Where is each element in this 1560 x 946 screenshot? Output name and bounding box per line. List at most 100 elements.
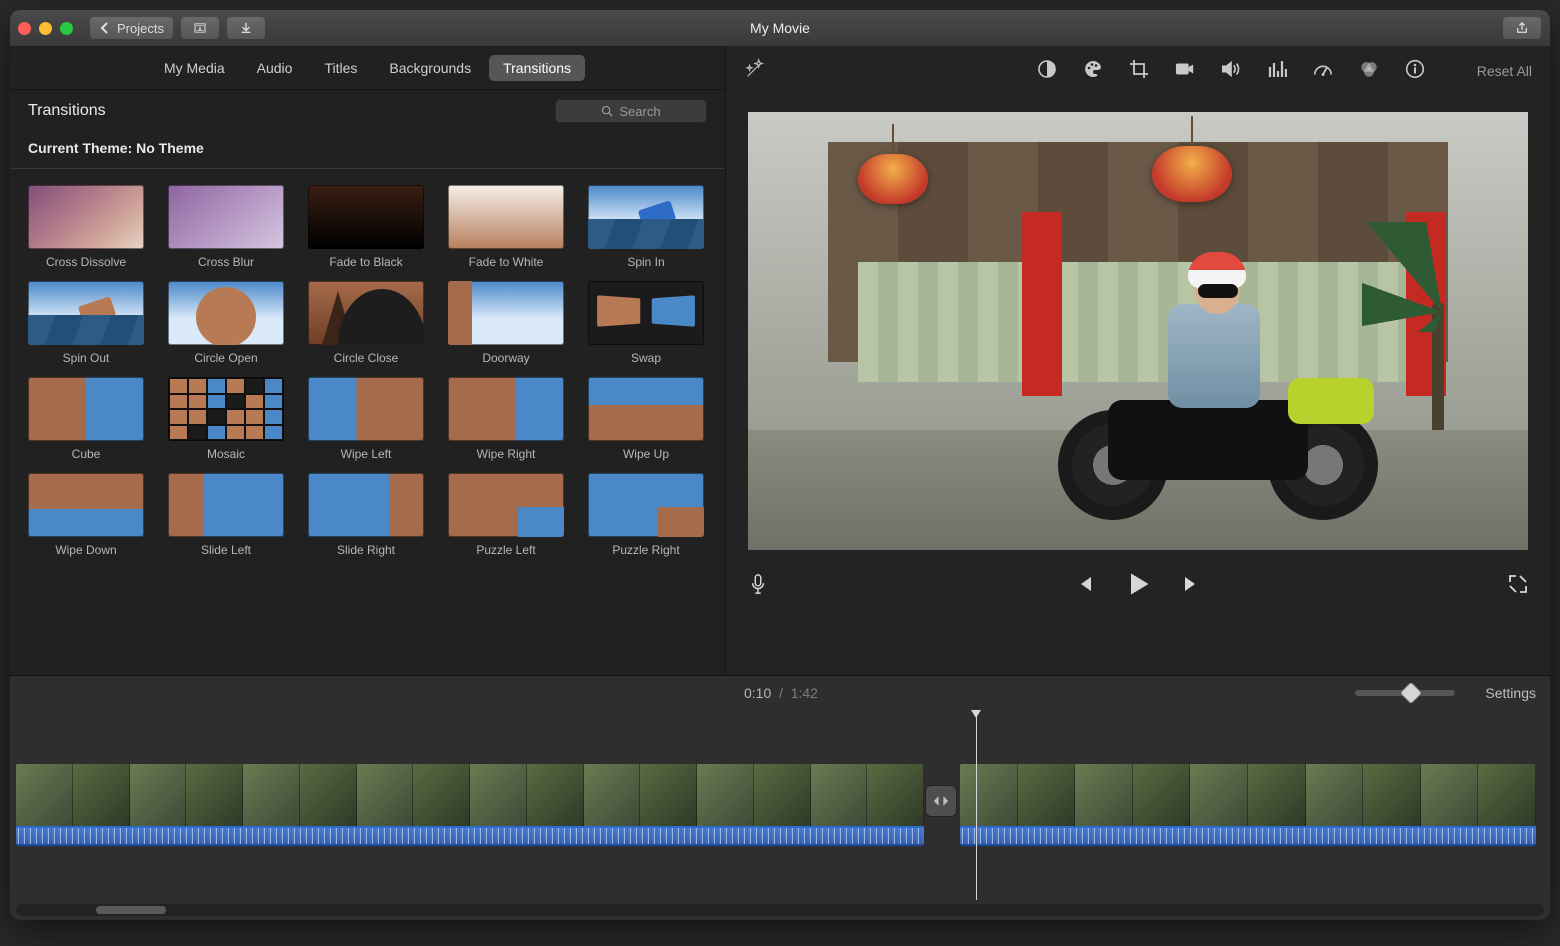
zoom-window-button[interactable] xyxy=(60,22,73,35)
import-media-button[interactable] xyxy=(180,16,220,40)
share-button[interactable] xyxy=(1502,16,1542,40)
transition-thumb xyxy=(448,377,564,441)
transition-label: Spin In xyxy=(588,255,704,269)
search-input[interactable]: Search xyxy=(555,99,707,123)
preview-frame[interactable] xyxy=(748,112,1528,550)
tab-titles[interactable]: Titles xyxy=(310,55,371,81)
volume-icon[interactable] xyxy=(1221,59,1241,84)
transition-marker[interactable] xyxy=(926,786,956,816)
transition-item[interactable]: Mosaic xyxy=(168,377,284,461)
browser-tabs: My Media Audio Titles Backgrounds Transi… xyxy=(10,46,725,90)
zoom-slider[interactable] xyxy=(1355,690,1455,696)
timeline-scrollbar[interactable] xyxy=(16,904,1544,916)
transition-label: Doorway xyxy=(448,351,564,365)
transition-item[interactable]: Wipe Up xyxy=(588,377,704,461)
voiceover-record-button[interactable] xyxy=(748,574,768,599)
transition-item[interactable]: Spin In xyxy=(588,185,704,269)
transition-item[interactable]: Circle Open xyxy=(168,281,284,365)
transition-item[interactable]: Cross Blur xyxy=(168,185,284,269)
close-window-button[interactable] xyxy=(18,22,31,35)
transition-item[interactable]: Cross Dissolve xyxy=(28,185,144,269)
transition-label: Slide Left xyxy=(168,543,284,557)
tab-audio[interactable]: Audio xyxy=(243,55,307,81)
previous-button[interactable] xyxy=(1074,574,1094,599)
transition-thumb xyxy=(588,281,704,345)
transition-item[interactable]: Puzzle Left xyxy=(448,473,564,557)
transition-thumb xyxy=(168,185,284,249)
library-title: Transitions xyxy=(28,102,106,120)
back-to-projects-button[interactable]: Projects xyxy=(89,16,174,40)
fullscreen-button[interactable] xyxy=(1508,574,1528,599)
transition-label: Slide Right xyxy=(308,543,424,557)
audio-track-2[interactable] xyxy=(960,826,1536,846)
stabilize-icon[interactable] xyxy=(1175,59,1195,84)
playhead[interactable] xyxy=(976,710,977,900)
transition-label: Cube xyxy=(28,447,144,461)
transition-item[interactable]: Doorway xyxy=(448,281,564,365)
transition-item[interactable]: Swap xyxy=(588,281,704,365)
tab-transitions[interactable]: Transitions xyxy=(489,55,585,81)
tab-my-media[interactable]: My Media xyxy=(150,55,239,81)
transition-thumb xyxy=(168,377,284,441)
play-button[interactable] xyxy=(1124,570,1152,603)
contrast-icon[interactable] xyxy=(1037,59,1057,84)
minimize-window-button[interactable] xyxy=(39,22,52,35)
adjust-icons: Reset All xyxy=(1037,59,1532,84)
search-placeholder: Search xyxy=(619,104,660,119)
transition-item[interactable]: Spin Out xyxy=(28,281,144,365)
transition-thumb xyxy=(28,185,144,249)
transition-item[interactable]: Fade to Black xyxy=(308,185,424,269)
titlebar: Projects My Movie xyxy=(10,10,1550,46)
crop-icon[interactable] xyxy=(1129,59,1149,84)
transition-label: Cross Dissolve xyxy=(28,255,144,269)
transition-thumb xyxy=(588,185,704,249)
transitions-grid: Cross Dissolve Cross Blur Fade to Black Fad… xyxy=(10,177,725,573)
transition-label: Fade to White xyxy=(448,255,564,269)
transition-label: Puzzle Left xyxy=(448,543,564,557)
transition-thumb xyxy=(308,377,424,441)
transition-label: Cross Blur xyxy=(168,255,284,269)
transition-thumb xyxy=(168,473,284,537)
library-browser: My Media Audio Titles Backgrounds Transi… xyxy=(10,46,726,675)
transition-item[interactable]: Slide Right xyxy=(308,473,424,557)
transition-thumb xyxy=(308,185,424,249)
timeline[interactable] xyxy=(10,710,1550,920)
transition-item[interactable]: Cube xyxy=(28,377,144,461)
duration: 1:42 xyxy=(791,685,818,701)
clip-1[interactable] xyxy=(16,764,924,826)
transition-thumb xyxy=(168,281,284,345)
transition-item[interactable]: Slide Left xyxy=(168,473,284,557)
transition-item[interactable]: Wipe Right xyxy=(448,377,564,461)
transition-thumb xyxy=(28,473,144,537)
reset-all-button[interactable]: Reset All xyxy=(1477,63,1532,79)
filters-icon[interactable] xyxy=(1359,59,1379,84)
transition-item[interactable]: Circle Close xyxy=(308,281,424,365)
transition-item[interactable]: Wipe Left xyxy=(308,377,424,461)
transition-item[interactable]: Puzzle Right xyxy=(588,473,704,557)
transition-label: Wipe Left xyxy=(308,447,424,461)
transition-label: Wipe Up xyxy=(588,447,704,461)
speed-icon[interactable] xyxy=(1313,59,1333,84)
transition-label: Wipe Down xyxy=(28,543,144,557)
download-button[interactable] xyxy=(226,16,266,40)
clip-2[interactable] xyxy=(960,764,1536,826)
transition-item[interactable]: Fade to White xyxy=(448,185,564,269)
audio-track-1[interactable] xyxy=(16,826,924,846)
wand-icon[interactable] xyxy=(744,58,766,85)
info-icon[interactable] xyxy=(1405,59,1425,84)
transition-label: Fade to Black xyxy=(308,255,424,269)
library-header: Transitions Search xyxy=(10,90,725,132)
tab-backgrounds[interactable]: Backgrounds xyxy=(375,55,485,81)
transition-thumb xyxy=(588,473,704,537)
current-time: 0:10 xyxy=(744,685,771,701)
transition-item[interactable]: Wipe Down xyxy=(28,473,144,557)
equalizer-icon[interactable] xyxy=(1267,59,1287,84)
color-palette-icon[interactable] xyxy=(1083,59,1103,84)
transition-thumb xyxy=(308,473,424,537)
app-window: Projects My Movie My Media Audio Titles … xyxy=(10,10,1550,920)
transition-thumb xyxy=(588,377,704,441)
next-button[interactable] xyxy=(1182,574,1202,599)
timeline-settings-button[interactable]: Settings xyxy=(1485,685,1536,701)
transition-label: Swap xyxy=(588,351,704,365)
timeline-panel: 0:10 / 1:42 Settings xyxy=(10,676,1550,920)
